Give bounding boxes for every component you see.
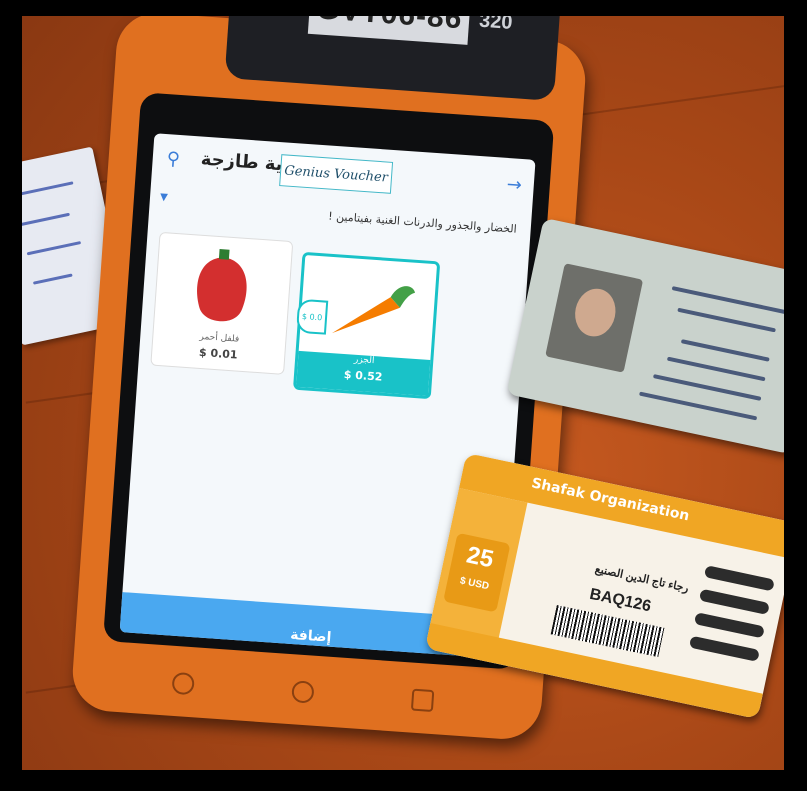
home-key-icon[interactable] xyxy=(291,680,315,704)
red-pepper-icon xyxy=(197,249,247,322)
printer-head: GVT06-86 320 xyxy=(224,16,561,102)
model-label: 320 xyxy=(478,16,514,34)
info-pill xyxy=(698,588,770,615)
voucher-code: BAQ126 xyxy=(588,585,653,616)
photo-scene: GVT06-86 320 ⚲ اغذية طازجة Genius Vouche… xyxy=(0,0,807,791)
info-pill xyxy=(693,612,765,639)
product-card-pepper[interactable]: فلفل أحمر $ 0.01 xyxy=(150,231,294,375)
amount-value: 25 xyxy=(464,541,496,574)
product-card-carrot[interactable]: $ 0.0 الجزر $ 0.52 xyxy=(292,251,441,400)
wooden-table: GVT06-86 320 ⚲ اغذية طازجة Genius Vouche… xyxy=(22,16,784,770)
quantity-badge: $ 0.0 xyxy=(295,298,329,335)
carrot-icon xyxy=(331,286,416,334)
recent-key-icon[interactable] xyxy=(410,688,435,713)
amount-currency: $ USD xyxy=(458,575,490,593)
genius-voucher-logo: Genius Voucher xyxy=(279,154,394,194)
back-key-icon[interactable] xyxy=(171,671,195,696)
info-pill xyxy=(688,635,760,662)
back-arrow-icon[interactable]: → xyxy=(506,174,523,196)
info-pill xyxy=(703,565,775,592)
search-icon[interactable]: ⚲ xyxy=(166,148,181,170)
device-sticker: GVT06-86 xyxy=(307,16,471,45)
nav-keys xyxy=(131,663,482,717)
category-title: الخضار والجذور والدرنات الغنية بفيتامين … xyxy=(327,209,518,236)
app-header: ⚲ اغذية طازجة Genius Voucher → xyxy=(151,133,536,210)
id-photo xyxy=(545,263,644,373)
chevron-down-icon[interactable]: ▼ xyxy=(160,192,168,204)
